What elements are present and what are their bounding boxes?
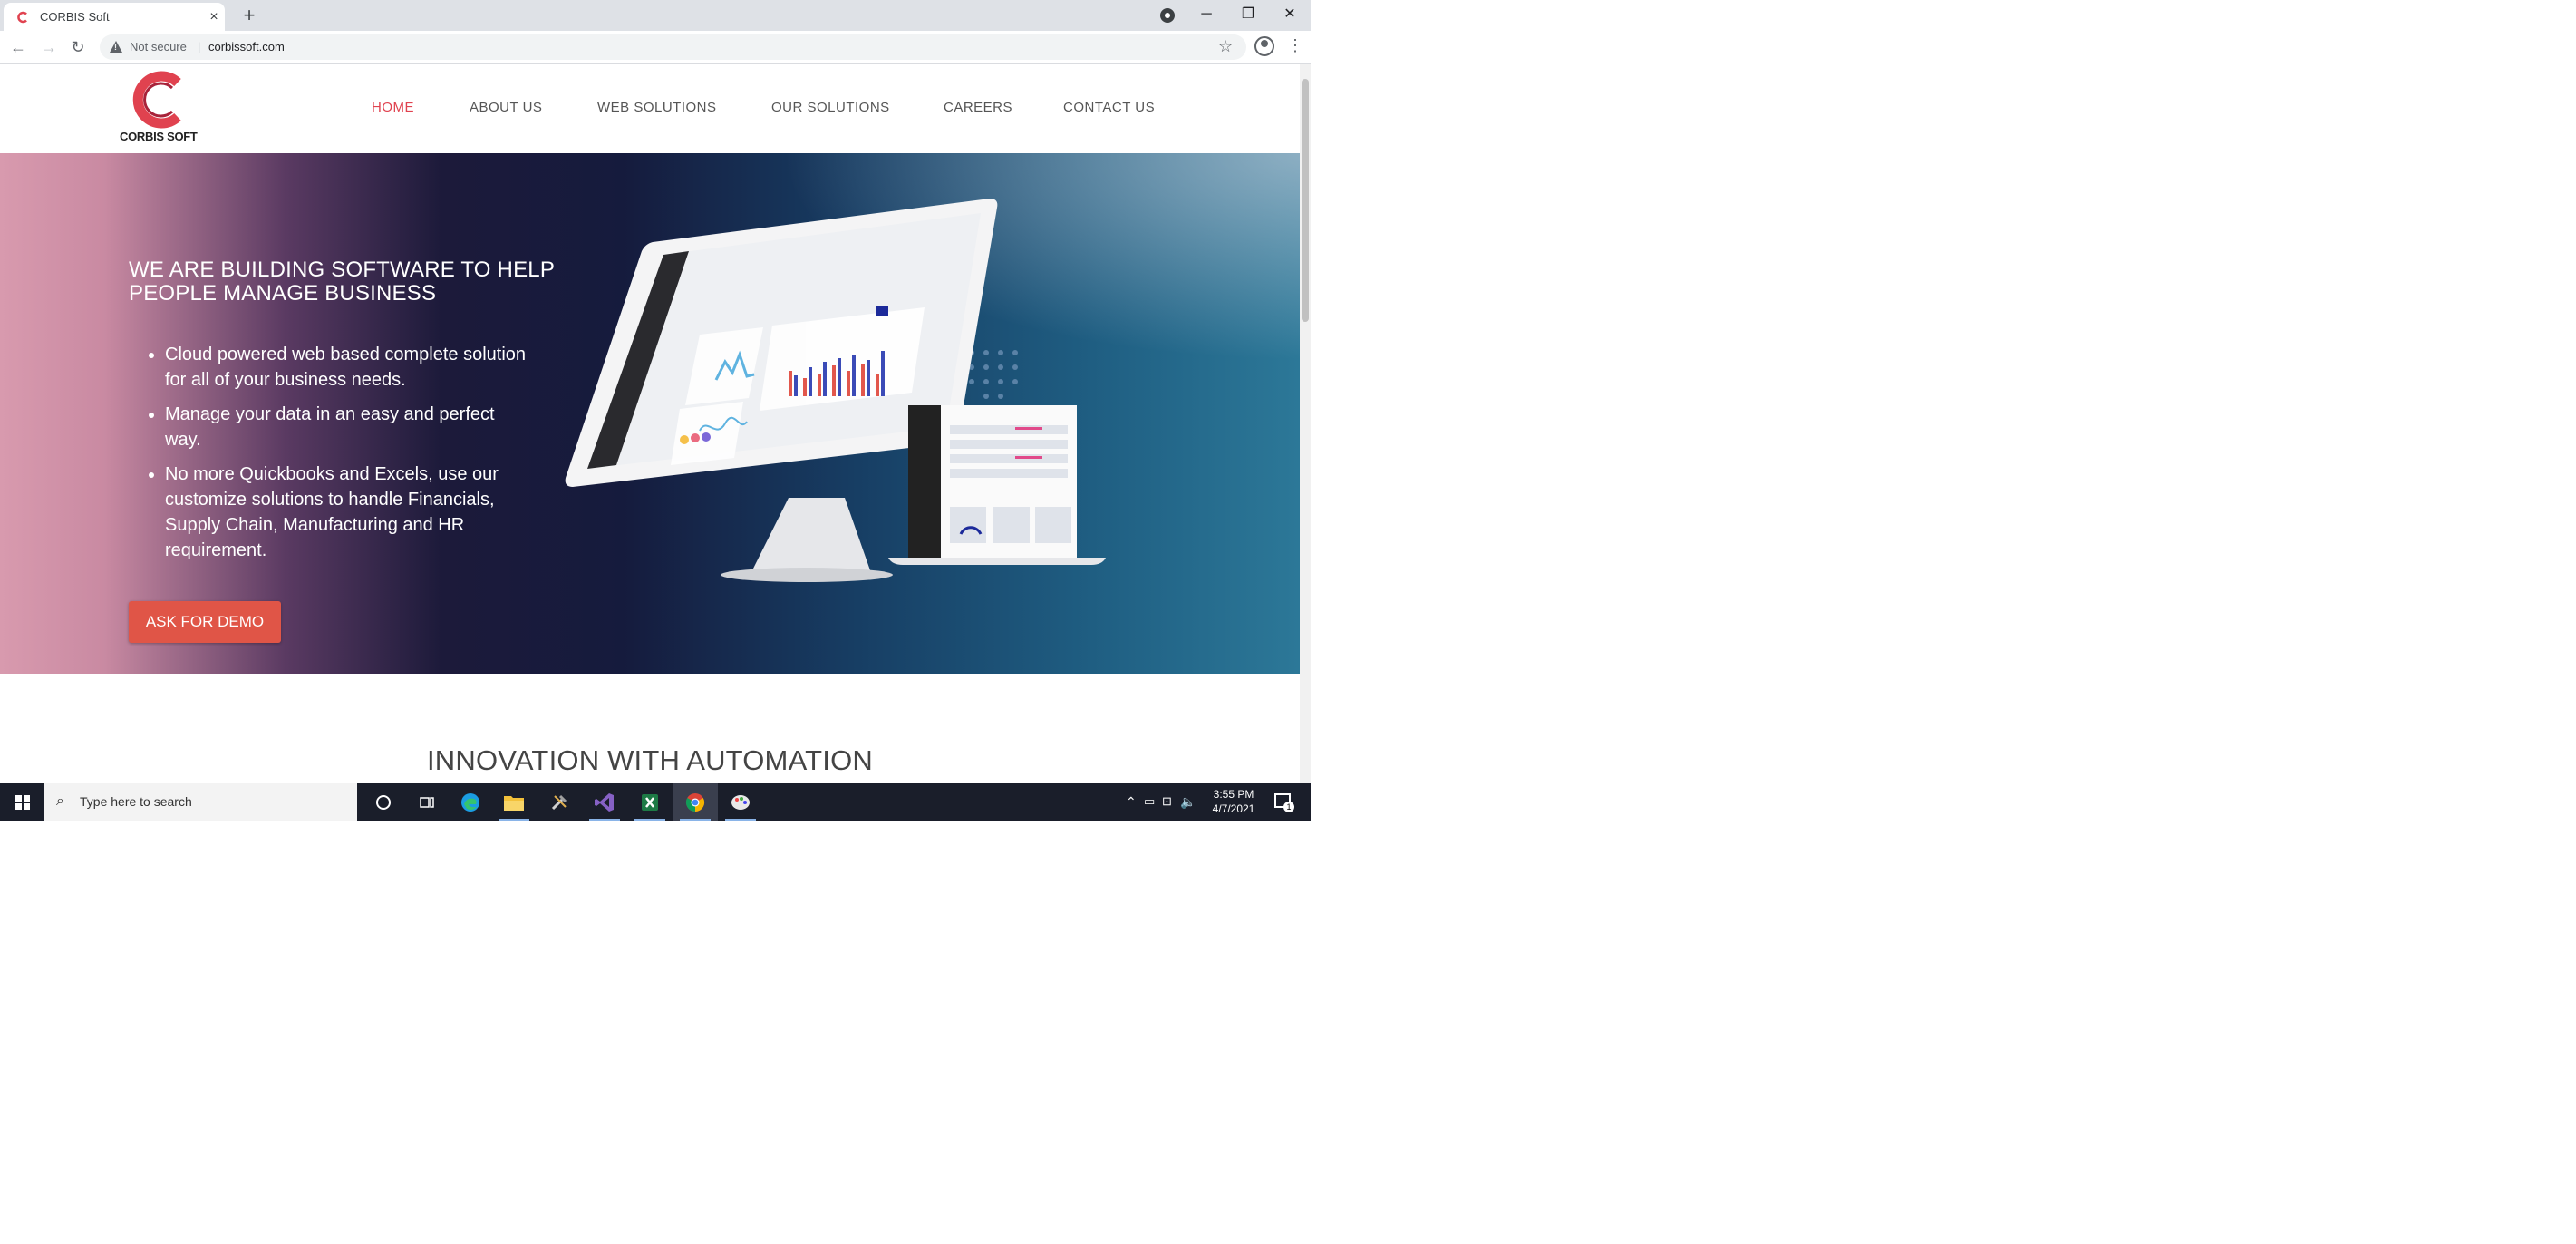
- show-hidden-icons[interactable]: ⌃: [1126, 794, 1137, 810]
- web-page: CORBIS SOFT HOME ABOUT US WEB SOLUTIONS …: [0, 64, 1300, 783]
- windows-taskbar: ⌕ Type here to search ⌃ ▭ ⊡ 🔈 3:55 PM 4/…: [0, 783, 1311, 821]
- logo-text: CORBIS SOFT: [120, 130, 198, 143]
- url-text[interactable]: corbissoft.com: [208, 40, 285, 53]
- corbis-favicon-icon: [17, 11, 27, 24]
- paint-icon[interactable]: [718, 783, 763, 821]
- hero-bullet: No more Quickbooks and Excels, use our c…: [165, 462, 528, 563]
- back-arrow-icon[interactable]: ←: [7, 36, 29, 58]
- notification-badge: 1: [1283, 802, 1294, 812]
- browser-tab[interactable]: CORBIS Soft ×: [4, 3, 225, 31]
- windows-logo-icon: [15, 795, 30, 810]
- corbis-logo[interactable]: CORBIS SOFT: [120, 70, 201, 148]
- visual-studio-icon[interactable]: [582, 783, 627, 821]
- reload-icon[interactable]: ↻: [67, 36, 89, 58]
- file-explorer-icon[interactable]: [491, 783, 537, 821]
- cortana-icon[interactable]: [361, 783, 406, 821]
- account-icon[interactable]: [1254, 36, 1274, 56]
- start-button[interactable]: [0, 783, 44, 821]
- nav-home[interactable]: HOME: [372, 100, 414, 115]
- url-separator: |: [198, 40, 201, 53]
- browser-toolbar: ← → ↻ Not secure | corbissoft.com ☆: [0, 31, 1311, 64]
- page-scrollbar[interactable]: [1300, 64, 1311, 783]
- tab-strip: CORBIS Soft × + ─ ❐ ✕: [0, 0, 1311, 31]
- hero-bullet: Cloud powered web based complete solutio…: [165, 342, 528, 393]
- media-control-icon[interactable]: [1160, 8, 1175, 23]
- tools-icon[interactable]: [537, 783, 582, 821]
- edge-icon[interactable]: [448, 783, 493, 821]
- restore-button[interactable]: ❐: [1227, 0, 1269, 31]
- nav-our-solutions[interactable]: OUR SOLUTIONS: [771, 100, 890, 115]
- chrome-icon[interactable]: [673, 783, 718, 821]
- laptop-base: [888, 558, 1106, 565]
- network-icon[interactable]: ⊡: [1162, 794, 1172, 809]
- search-placeholder: Type here to search: [80, 794, 192, 809]
- new-tab-button[interactable]: +: [237, 4, 261, 27]
- menu-kebab-icon[interactable]: ⋮: [1287, 36, 1303, 55]
- taskbar-search[interactable]: ⌕ Type here to search: [44, 783, 357, 821]
- monitor-stand: [752, 498, 870, 570]
- hero-bullet: Manage your data in an easy and perfect …: [165, 402, 528, 452]
- tab-title: CORBIS Soft: [40, 10, 110, 24]
- bookmark-star-icon[interactable]: ☆: [1218, 37, 1233, 56]
- clock-date: 4/7/2021: [1212, 802, 1255, 815]
- screen: CORBIS Soft × + ─ ❐ ✕ ← → ↻ Not secure |…: [0, 0, 1311, 821]
- search-icon: ⌕: [56, 793, 64, 809]
- section-title: INNOVATION WITH AUTOMATION: [426, 744, 873, 776]
- nav-careers[interactable]: CAREERS: [944, 100, 1012, 115]
- clock-time: 3:55 PM: [1213, 788, 1254, 801]
- site-header: CORBIS SOFT HOME ABOUT US WEB SOLUTIONS …: [0, 64, 1300, 152]
- hero-bullets: Cloud powered web based complete solutio…: [145, 342, 528, 572]
- battery-icon[interactable]: ▭: [1144, 794, 1155, 809]
- device-mockup-illustration: [565, 199, 1106, 582]
- minimize-button[interactable]: ─: [1186, 0, 1227, 31]
- nav-contact-us[interactable]: CONTACT US: [1063, 100, 1155, 115]
- nav-web-solutions[interactable]: WEB SOLUTIONS: [597, 100, 717, 115]
- dot-pattern: [969, 350, 1018, 399]
- address-bar[interactable]: Not secure | corbissoft.com ☆: [100, 34, 1246, 60]
- warning-icon: [110, 41, 122, 53]
- excel-icon[interactable]: [627, 783, 673, 821]
- ask-for-demo-button[interactable]: ASK FOR DEMO: [129, 601, 281, 643]
- system-clock[interactable]: 3:55 PM 4/7/2021: [1198, 787, 1269, 816]
- nav-about-us[interactable]: ABOUT US: [470, 100, 542, 115]
- scrollbar-thumb[interactable]: [1302, 79, 1309, 322]
- task-view-icon[interactable]: [404, 783, 450, 821]
- close-window-button[interactable]: ✕: [1269, 0, 1311, 31]
- forward-arrow-icon[interactable]: →: [38, 36, 60, 58]
- security-label[interactable]: Not secure: [130, 40, 187, 53]
- tab-close-icon[interactable]: ×: [205, 8, 223, 26]
- hero-title: WE ARE BUILDING SOFTWARE TO HELP PEOPLE …: [129, 258, 555, 306]
- volume-icon[interactable]: 🔈: [1180, 794, 1196, 810]
- hero-banner: WE ARE BUILDING SOFTWARE TO HELP PEOPLE …: [0, 153, 1300, 674]
- corbis-c-logo-icon: [132, 71, 185, 129]
